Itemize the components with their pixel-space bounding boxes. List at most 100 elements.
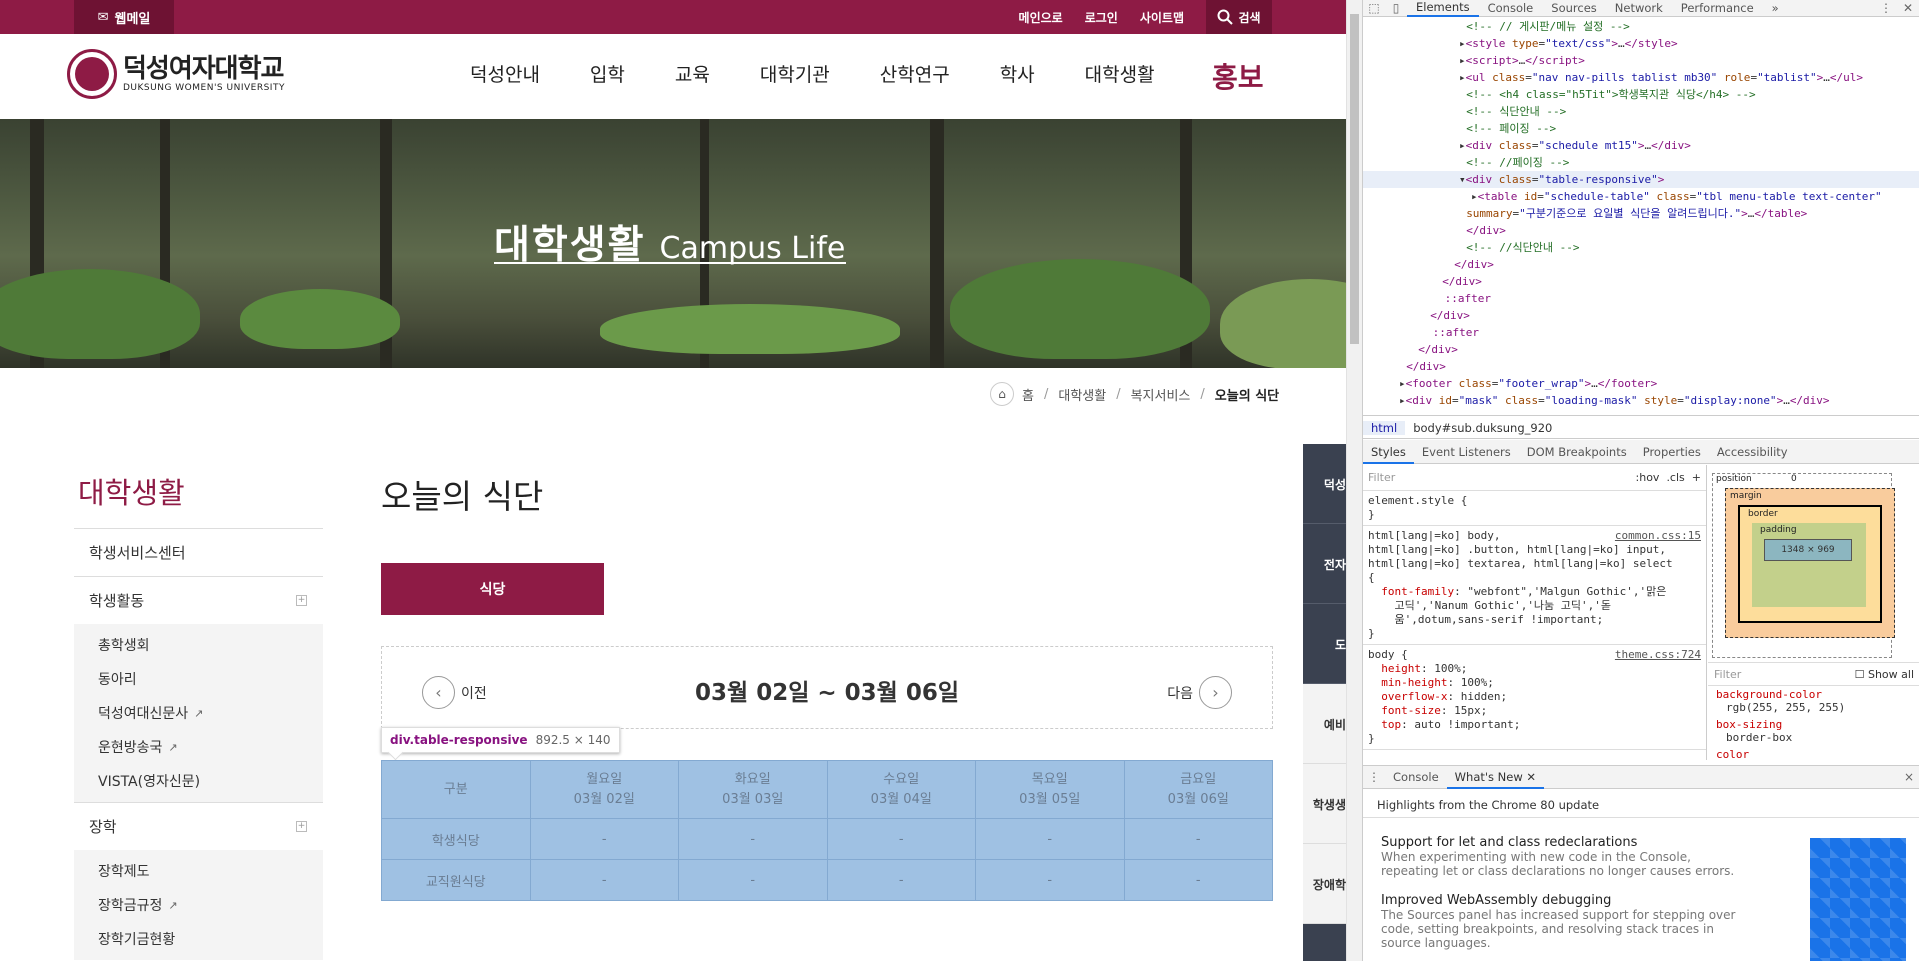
hov-toggle[interactable]: :hov [1636,471,1660,484]
side-submenu-item[interactable]: 장학기금현황 [74,922,323,956]
quick-menu-item[interactable]: 예비 [1303,684,1346,764]
side-submenu-item[interactable]: 총학생회 [74,628,323,662]
cls-toggle[interactable]: .cls [1666,471,1684,484]
webmail-button[interactable]: ✉ 웹메일 [74,0,174,34]
tab-console[interactable]: Console [1479,1,1543,15]
university-logo[interactable]: 덕성여자대학교 DUKSUNG WOMEN'S UNIVERSITY [67,49,285,99]
dom-node-line[interactable]: ::after [1363,290,1919,307]
page-scrollbar[interactable] [1346,0,1362,961]
tab-properties[interactable]: Properties [1635,440,1709,464]
login-link[interactable]: 로그인 [1085,9,1118,26]
nav-about[interactable]: 덕성안내 [470,60,540,87]
css-rule[interactable]: html[lang|=ko] body, common.css:15 html[l… [1363,526,1706,645]
dom-node-line[interactable]: ▸<div class="schedule mt15">…</div> [1363,137,1919,154]
next-week-button[interactable]: 다음 › [1167,676,1232,709]
quick-menu-item[interactable]: 학생생 [1303,764,1346,844]
dom-node-line[interactable]: ▸<table id="schedule-table" class="tbl m… [1363,188,1919,205]
dom-node-line[interactable]: <!-- // 게시판/메뉴 설정 --> [1363,18,1919,35]
dom-node-line[interactable]: ▾<div class="table-responsive"> [1363,171,1919,188]
side-menu-item[interactable]: 장학 + [74,802,323,850]
css-rules[interactable]: element.style {} html[lang|=ko] body, com… [1363,491,1706,750]
tab-styles[interactable]: Styles [1363,440,1414,464]
dom-node-line[interactable]: ▸<footer class="footer_wrap">…</footer> [1363,375,1919,392]
side-submenu-item[interactable]: VISTA(영자신문) [74,764,323,798]
expand-plus-icon[interactable]: + [296,821,307,832]
dom-node-line[interactable]: summary="구분기준으로 요일별 식단을 알려드립니다.">…</tabl… [1363,205,1919,222]
dom-node-line[interactable]: </div> [1363,222,1919,239]
styles-filter-input[interactable]: Filter [1368,471,1395,485]
dom-crumb-html[interactable]: html [1363,420,1406,435]
dom-tree[interactable]: <!-- // 게시판/메뉴 설정 --> ▸<style type="text/… [1363,18,1919,416]
scrollbar-thumb[interactable] [1350,14,1359,344]
inspect-element-icon[interactable]: ⬚ [1363,1,1385,15]
dom-node-line[interactable]: </div> [1363,273,1919,290]
tab-close-icon[interactable]: ✕ [1526,770,1536,784]
dom-node-line[interactable]: </div> [1363,307,1919,324]
side-submenu-item[interactable]: 장학금규정 ↗ [74,888,323,922]
side-menu-item[interactable]: 학생서비스센터 [74,528,323,576]
breadcrumb-welfare[interactable]: 복지서비스 [1131,385,1191,404]
dom-node-line[interactable]: <!-- <h4 class="h5Tit">학생복지관 식당</h4> --> [1363,86,1919,103]
sitemap-link[interactable]: 사이트맵 [1140,9,1184,26]
tab-dom-breakpoints[interactable]: DOM Breakpoints [1519,440,1635,464]
dom-node-line[interactable]: </div> [1363,341,1919,358]
computed-property[interactable]: box-sizing border-box [1708,716,1919,746]
new-rule-button[interactable]: + [1692,471,1701,484]
side-menu-item[interactable]: 학생활동 + [74,576,323,624]
side-submenu-item[interactable]: 동아리 [74,662,323,696]
dom-node-line[interactable]: <!-- //식단안내 --> [1363,239,1919,256]
nav-academics[interactable]: 학사 [1000,60,1035,87]
kebab-menu-icon[interactable]: ⋮ [1875,1,1897,15]
box-model-content[interactable]: 1348 × 969 [1764,539,1852,561]
dom-node-line[interactable]: </div> [1363,358,1919,375]
nav-institutions[interactable]: 대학기관 [760,60,830,87]
drawer-tab-whats-new[interactable]: What's New ✕ [1446,765,1545,789]
drawer-menu-icon[interactable]: ⋮ [1363,770,1385,784]
dom-node-line[interactable]: ▸<ul class="nav nav-pills tablist mb30" … [1363,69,1919,86]
dom-node-line[interactable]: </div> [1363,256,1919,273]
tab-elements[interactable]: Elements [1407,0,1479,17]
computed-property[interactable]: color [1708,746,1919,763]
side-submenu-item[interactable]: 장학제도 [74,854,323,888]
dom-node-line[interactable]: <!-- //페이징 --> [1363,154,1919,171]
tab-sources[interactable]: Sources [1542,1,1606,15]
whats-new-item[interactable]: Improved WebAssembly debugging The Sourc… [1381,893,1751,950]
tab-network[interactable]: Network [1606,1,1672,15]
breadcrumb-home[interactable]: 홈 [1022,385,1034,404]
dom-crumb-body[interactable]: body#sub.duksung_920 [1405,421,1560,435]
nav-promotion[interactable]: 홍보 [1212,56,1264,96]
whats-new-item[interactable]: Support for let and class redeclarations… [1381,835,1751,878]
nav-admission[interactable]: 입학 [590,60,625,87]
dom-node-line[interactable]: ▸<div id="mask" class="loading-mask" sty… [1363,392,1919,409]
nav-campus-life[interactable]: 대학생활 [1085,60,1155,87]
dom-node-line[interactable]: <!-- 페이징 --> [1363,120,1919,137]
nav-education[interactable]: 교육 [675,60,710,87]
css-rule[interactable]: element.style {} [1363,491,1706,526]
search-button[interactable]: 검색 [1206,0,1272,34]
show-all-checkbox[interactable]: ☐ [1855,668,1865,681]
tab-performance[interactable]: Performance [1672,1,1763,15]
quick-menu-item[interactable]: 덕성 [1303,444,1346,524]
home-icon[interactable]: ⌂ [990,382,1014,406]
dom-node-line[interactable]: ▸<style type="text/css">…</style> [1363,35,1919,52]
more-tabs-button[interactable]: » [1763,1,1788,15]
nav-research[interactable]: 산학연구 [880,60,950,87]
device-toolbar-icon[interactable]: ▯ [1385,1,1407,15]
computed-filter-input[interactable]: Filter [1714,668,1741,681]
home-link[interactable]: 메인으로 [1019,9,1063,26]
dom-node-line[interactable]: <!-- 식단안내 --> [1363,103,1919,120]
quick-menu-item[interactable]: 전자 [1303,524,1346,604]
expand-plus-icon[interactable]: + [296,595,307,606]
dom-node-line[interactable]: ▸<script>…</script> [1363,52,1919,69]
dom-node-line[interactable]: ::after [1363,324,1919,341]
quick-menu-item[interactable]: 도 [1303,604,1346,684]
quick-menu-item[interactable]: 장애학 [1303,844,1346,924]
tab-event-listeners[interactable]: Event Listeners [1414,440,1519,464]
drawer-close-icon[interactable]: × [1898,770,1919,784]
side-submenu-item[interactable]: 덕성여대신문사 ↗ [74,696,323,730]
close-icon[interactable]: ✕ [1897,1,1919,15]
tab-cafeteria[interactable]: 식당 [381,563,604,615]
side-submenu-item[interactable]: 운현방송국 ↗ [74,730,323,764]
breadcrumb-campus-life[interactable]: 대학생활 [1058,385,1106,404]
tab-accessibility[interactable]: Accessibility [1709,440,1796,464]
